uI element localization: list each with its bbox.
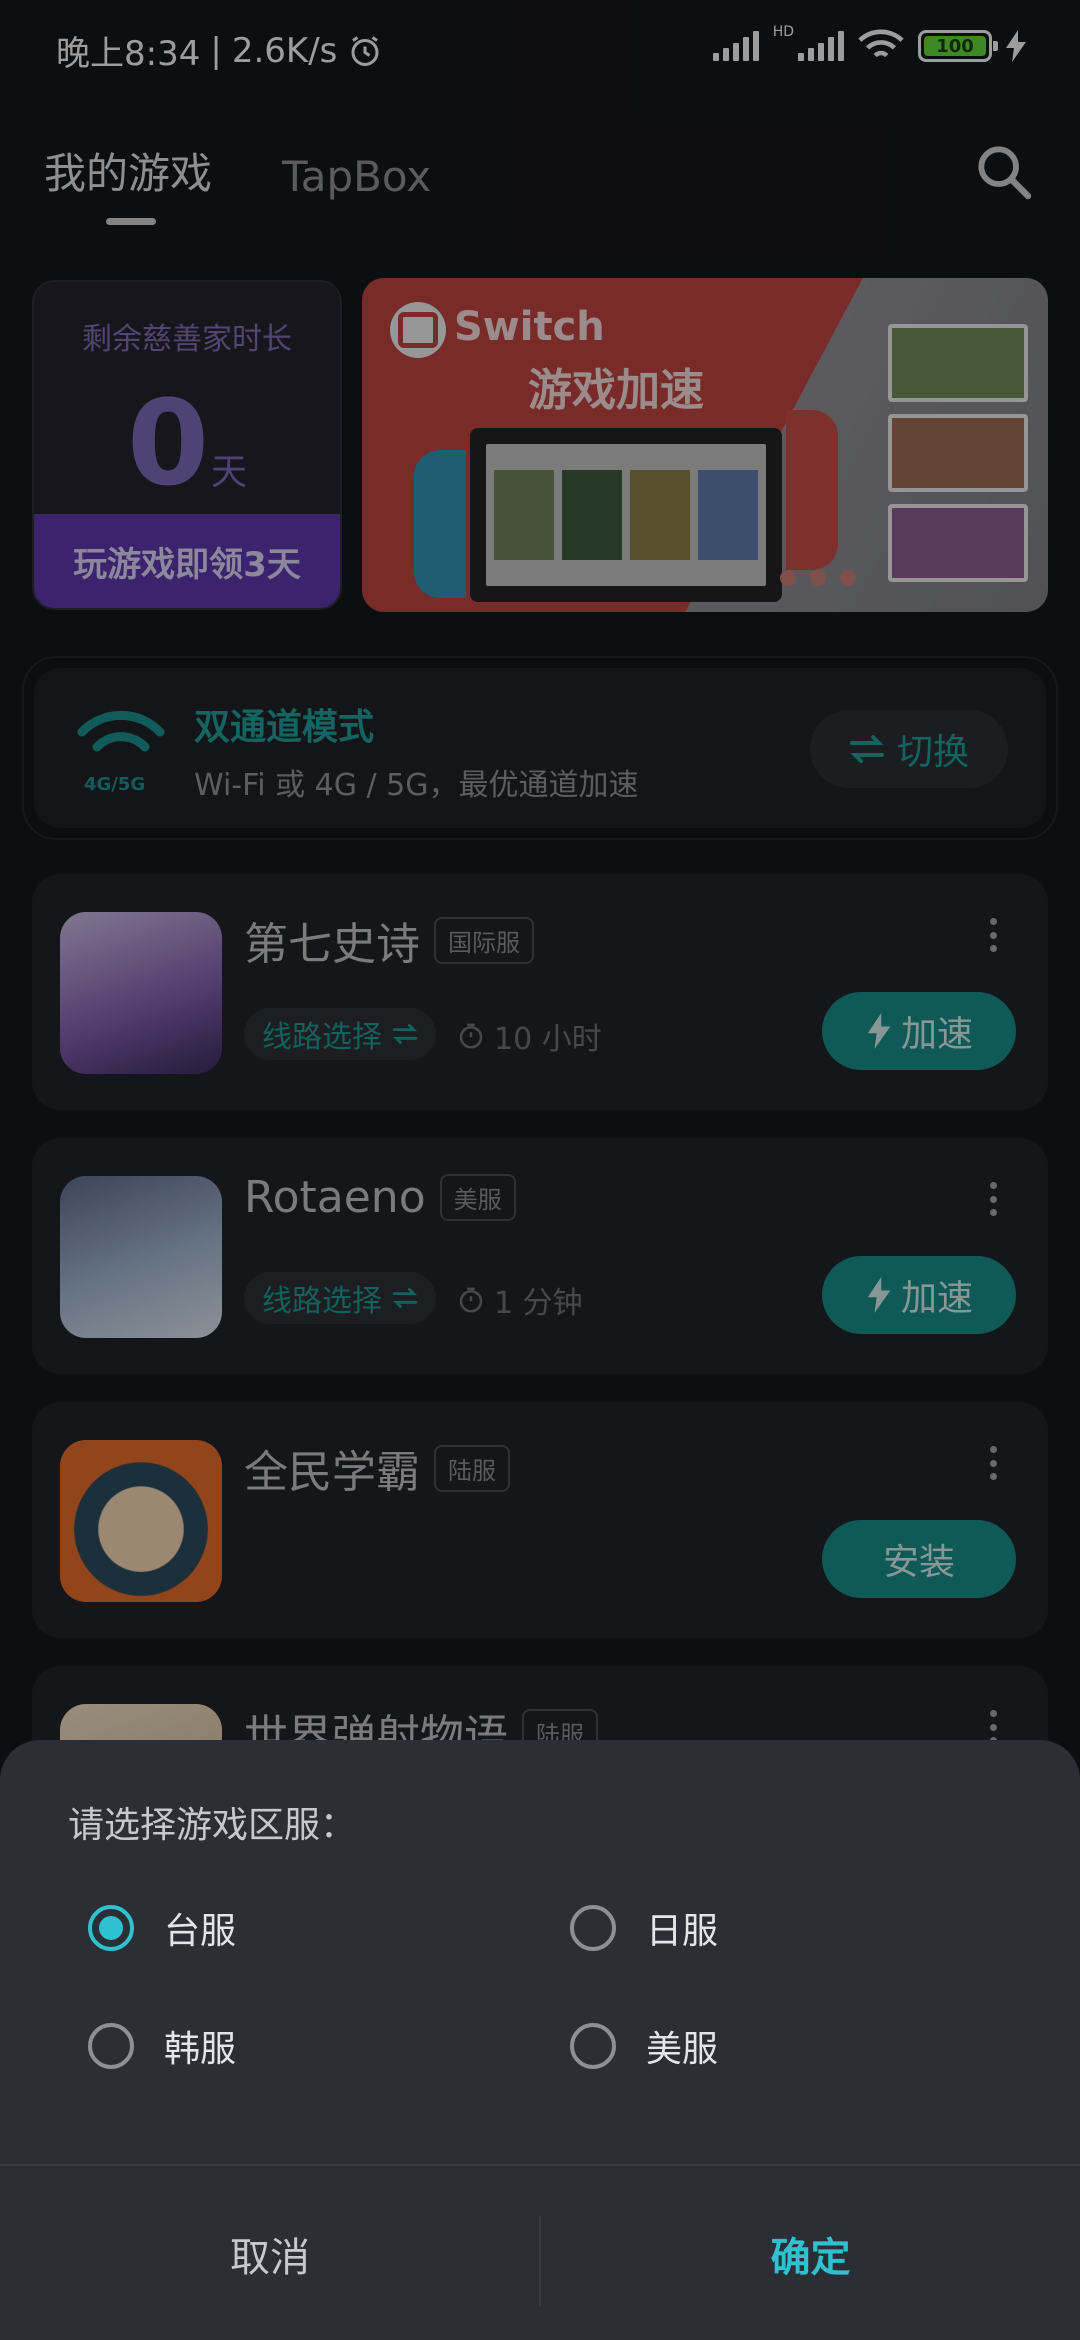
option-kr[interactable]: 韩服 (88, 2020, 236, 2072)
option-label: 台服 (164, 1911, 237, 1952)
radio-unchecked-icon (570, 1905, 616, 1951)
radio-checked-icon (88, 1905, 134, 1951)
option-us[interactable]: 美服 (570, 2020, 718, 2072)
sheet-divider (0, 2164, 1080, 2166)
radio-unchecked-icon (88, 2023, 134, 2069)
option-tw[interactable]: 台服 (88, 1902, 236, 1954)
sheet-prompt: 请选择游戏区服： (68, 1805, 357, 1846)
option-jp[interactable]: 日服 (570, 1902, 718, 1954)
server-select-sheet: 请选择游戏区服： 台服 日服 韩服 美服 取消 确定 (0, 1740, 1080, 2340)
option-label: 日服 (646, 1911, 719, 1952)
option-label: 韩服 (164, 2029, 237, 2070)
confirm-button[interactable]: 确定 (541, 2168, 1080, 2340)
cancel-button[interactable]: 取消 (0, 2168, 540, 2340)
radio-unchecked-icon (570, 2023, 616, 2069)
option-label: 美服 (646, 2029, 719, 2070)
